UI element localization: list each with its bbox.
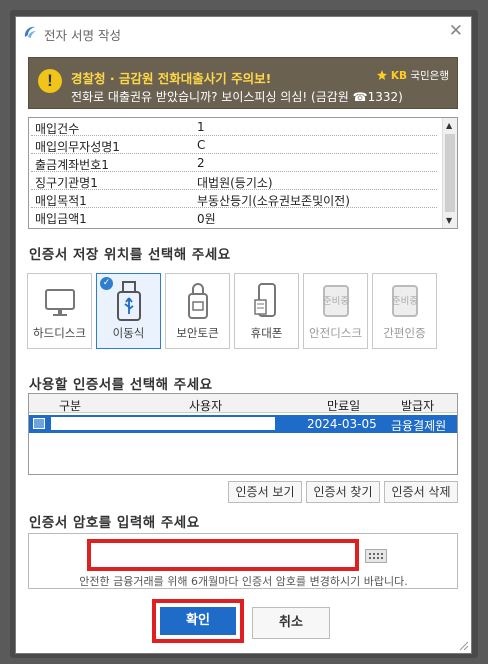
col-expiry: 만료일 bbox=[327, 399, 361, 413]
cert-expiry: 2024-03-05 bbox=[307, 417, 377, 431]
storage-option-phone[interactable]: 휴대폰 bbox=[234, 273, 299, 349]
info-row: 매입금액1 0원 bbox=[29, 208, 441, 226]
password-input[interactable] bbox=[97, 549, 349, 563]
col-issuer: 발급자 bbox=[401, 399, 435, 413]
cert-find-button[interactable]: 인증서 찾기 bbox=[306, 481, 380, 503]
signature-dialog: 전자 서명 작성 ✕ ! 경찰청 · 금감원 전화대출사기 주의보! 전화로 대… bbox=[15, 16, 472, 654]
bank-prefix: KB bbox=[390, 70, 408, 82]
cert-row-selected[interactable]: 2024-03-05 금융결제원 bbox=[29, 415, 457, 433]
storage-option-secure-disk[interactable]: 준비중 안전디스크 bbox=[303, 273, 368, 349]
phone-icon bbox=[253, 283, 276, 317]
transaction-info-list[interactable]: 매입건수 1 매입의무자성명1 C 출금계좌번호1 2 징구기관명1 대법원(등기소) … bbox=[28, 117, 458, 229]
secure-disk-icon: 준비중 bbox=[322, 285, 349, 317]
info-row: 매입의무자성명1 C bbox=[29, 136, 441, 154]
password-heading: 인증서 암호를 입력해 주세요 bbox=[29, 515, 200, 531]
token-icon bbox=[187, 283, 208, 319]
storage-option-token[interactable]: 보안토큰 bbox=[165, 273, 230, 349]
bank-logo: KB 국민은행 bbox=[376, 68, 449, 83]
virtual-keyboard-icon[interactable] bbox=[365, 549, 387, 563]
ok-button[interactable]: 확인 bbox=[160, 607, 236, 635]
info-value: 1 bbox=[197, 120, 205, 134]
cert-issuer: 금융결제원 bbox=[391, 419, 447, 433]
info-value: C bbox=[197, 138, 206, 152]
info-row: 출금계좌번호1 2 bbox=[29, 154, 441, 172]
info-row: 징구기관명1 대법원(등기소) bbox=[29, 172, 441, 190]
scroll-thumb[interactable] bbox=[445, 134, 455, 212]
ok-highlight: 확인 bbox=[152, 599, 244, 643]
cancel-button[interactable]: 취소 bbox=[252, 607, 330, 639]
banner-subtext: 전화로 대출권유 받았습니까? 보이스피싱 의심! (금감원 ☎1332) bbox=[71, 90, 403, 104]
cert-table-header: 구분 사용자 만료일 발급자 bbox=[29, 394, 457, 413]
storage-label: 간편인증 bbox=[383, 326, 426, 340]
info-key: 매입금액1 bbox=[35, 212, 87, 226]
storage-heading: 인증서 저장 위치를 선택해 주세요 bbox=[29, 247, 231, 263]
window-title: 전자 서명 작성 bbox=[44, 28, 121, 43]
title-bar: 전자 서명 작성 ✕ bbox=[16, 17, 471, 47]
storage-label: 휴대폰 bbox=[250, 326, 283, 340]
certificate-icon bbox=[33, 418, 45, 429]
simple-auth-icon: 준비중 bbox=[391, 285, 418, 317]
storage-label: 보안토큰 bbox=[176, 326, 219, 340]
storage-label: 안전디스크 bbox=[309, 326, 362, 340]
kb-star-icon bbox=[376, 70, 387, 80]
banner-headline: 경찰청 · 금감원 전화대출사기 주의보! bbox=[71, 71, 272, 86]
info-value: 0원 bbox=[197, 212, 216, 226]
cert-delete-button[interactable]: 인증서 삭제 bbox=[384, 481, 458, 503]
warning-icon: ! bbox=[38, 69, 62, 93]
col-user: 사용자 bbox=[189, 399, 223, 413]
storage-option-simple-auth[interactable]: 준비중 간편인증 bbox=[372, 273, 437, 349]
usb-icon bbox=[116, 281, 141, 321]
scroll-down-icon[interactable]: ▼ bbox=[446, 216, 452, 225]
resize-grip-icon[interactable] bbox=[457, 639, 469, 651]
col-type: 구분 bbox=[59, 399, 82, 413]
password-note: 안전한 금융거래를 위해 6개월마다 인증서 암호를 변경하시기 바랍니다. bbox=[79, 575, 408, 588]
info-value: 2 bbox=[197, 156, 205, 170]
checkmark-icon: ✓ bbox=[100, 277, 113, 290]
info-scrollbar[interactable]: ▲ ▼ bbox=[442, 118, 457, 228]
coming-soon-badge: 준비중 bbox=[322, 296, 348, 307]
info-row: 매입목적1 부동산등기(소유권보존및이전) bbox=[29, 190, 441, 208]
monitor-icon bbox=[44, 289, 75, 316]
close-icon[interactable]: ✕ bbox=[449, 21, 463, 41]
storage-options: 하드디스크 ✓ 이동식 보안토큰 휴대폰 준비중 안전디스크 준비중 간편인증 bbox=[27, 273, 439, 349]
storage-label: 이동식 bbox=[112, 326, 145, 340]
bank-name: 국민은행 bbox=[410, 70, 449, 82]
cert-table: 구분 사용자 만료일 발급자 2024-03-05 금융결제원 bbox=[28, 393, 458, 475]
cert-view-button[interactable]: 인증서 보기 bbox=[228, 481, 302, 503]
fraud-warning-banner: ! 경찰청 · 금감원 전화대출사기 주의보! 전화로 대출권유 받았습니까? … bbox=[28, 57, 458, 109]
password-highlight bbox=[87, 539, 359, 571]
cert-heading: 사용할 인증서를 선택해 주세요 bbox=[29, 377, 213, 393]
storage-label: 하드디스크 bbox=[33, 326, 86, 340]
coming-soon-badge: 준비중 bbox=[391, 296, 417, 307]
app-logo-icon bbox=[24, 26, 36, 38]
cert-user-redacted bbox=[51, 417, 275, 430]
storage-option-harddisk[interactable]: 하드디스크 bbox=[27, 273, 92, 349]
info-row: 매입건수 1 bbox=[29, 118, 441, 136]
scroll-up-icon[interactable]: ▲ bbox=[446, 121, 452, 130]
storage-option-removable[interactable]: ✓ 이동식 bbox=[96, 273, 161, 349]
